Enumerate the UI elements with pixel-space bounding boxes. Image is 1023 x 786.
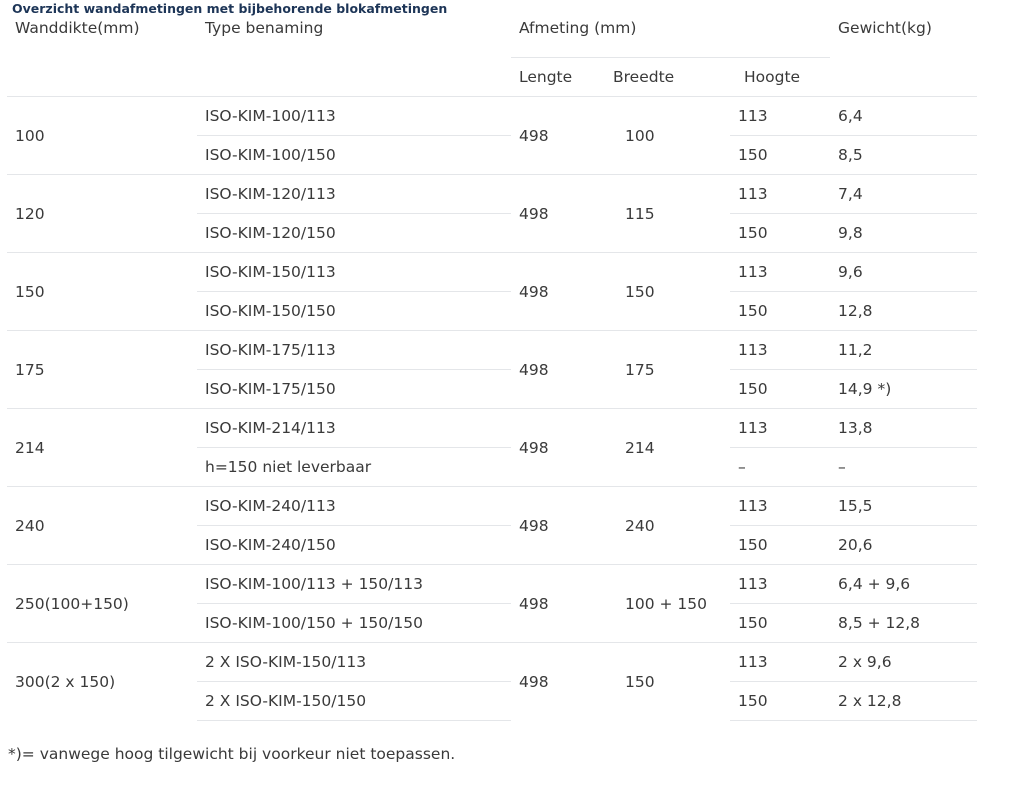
table-row: 300(2 x 150) 2 X ISO-KIM-150/113 498 150 113… (7, 642, 978, 721)
cell-type: ISO-KIM-214/113 (197, 408, 511, 448)
cell-gewicht: 6,4 + 9,6 (830, 564, 978, 604)
cell-breedte: 150 (605, 252, 730, 331)
cell-breedte: 150 (605, 642, 730, 721)
cell-breedte: 100 + 150 (605, 564, 730, 643)
cell-type: 2 X ISO-KIM-150/113 (197, 642, 511, 682)
cell-lengte: 498 (511, 408, 605, 487)
cell-type: 2 X ISO-KIM-150/150 (197, 681, 511, 721)
cell-gewicht: 2 x 12,8 (830, 681, 978, 721)
cell-gewicht: 15,5 (830, 486, 978, 526)
cell-gewicht: 8,5 (830, 135, 978, 175)
cell-gewicht: – (830, 447, 978, 487)
cell-hoogte: – (730, 447, 831, 487)
cell-gewicht: 6,4 (830, 96, 978, 136)
cell-type: ISO-KIM-150/150 (197, 291, 511, 331)
cell-lengte: 498 (511, 252, 605, 331)
header-hoogte: Hoogte (730, 57, 831, 97)
table-row: 214 ISO-KIM-214/113 498 214 113 13,8 (7, 408, 978, 487)
cell-hoogte: 150 (730, 369, 831, 409)
cell-lengte: 498 (511, 642, 605, 721)
cell-type: ISO-KIM-100/113 (197, 96, 511, 136)
cell-breedte: 115 (605, 174, 730, 253)
cell-type: ISO-KIM-100/113 + 150/113 (197, 564, 511, 604)
cell-gewicht: 8,5 + 12,8 (830, 603, 978, 643)
cell-hoogte: 113 (730, 642, 831, 682)
table-row: 100 ISO-KIM-100/113 498 100 113 6,4 (7, 96, 978, 175)
cell-lengte: 498 (511, 486, 605, 565)
cell-gewicht: 9,6 (830, 252, 978, 292)
cell-type: ISO-KIM-175/150 (197, 369, 511, 409)
cell-gewicht: 20,6 (830, 525, 978, 565)
table-row: 240 ISO-KIM-240/113 498 240 113 15,5 (7, 486, 978, 565)
table-row: 250(100+150) ISO-KIM-100/113 + 150/113 498… (7, 564, 978, 643)
cell-hoogte: 150 (730, 681, 831, 721)
cell-wanddikte: 240 (7, 486, 197, 565)
cell-hoogte: 150 (730, 135, 831, 175)
cell-breedte: 100 (605, 96, 730, 175)
cell-hoogte: 113 (730, 564, 831, 604)
cell-type: h=150 niet leverbaar (197, 447, 511, 487)
cell-hoogte: 113 (730, 330, 831, 370)
cell-type: ISO-KIM-120/150 (197, 213, 511, 253)
dimensions-table: Wanddikte(mm) Type benaming Afmeting (mm… (7, 16, 978, 721)
cell-wanddikte: 214 (7, 408, 197, 487)
cell-type: ISO-KIM-240/150 (197, 525, 511, 565)
table-row: 150 ISO-KIM-150/113 498 150 113 9,6 (7, 252, 978, 331)
cell-hoogte: 150 (730, 603, 831, 643)
cell-gewicht: 12,8 (830, 291, 978, 331)
cell-type: ISO-KIM-175/113 (197, 330, 511, 370)
cell-hoogte: 113 (730, 174, 831, 214)
cell-type: ISO-KIM-150/113 (197, 252, 511, 292)
header-afmeting: Afmeting (mm) (511, 16, 831, 58)
table-row: 175 ISO-KIM-175/113 498 175 113 11,2 (7, 330, 978, 409)
cell-hoogte: 113 (730, 486, 831, 526)
cell-wanddikte: 150 (7, 252, 197, 331)
cell-lengte: 498 (511, 96, 605, 175)
cell-hoogte: 150 (730, 291, 831, 331)
cell-type: ISO-KIM-100/150 + 150/150 (197, 603, 511, 643)
cell-hoogte: 113 (730, 252, 831, 292)
table-row: 120 ISO-KIM-120/113 498 115 113 7,4 (7, 174, 978, 253)
cell-breedte: 214 (605, 408, 730, 487)
cell-gewicht: 13,8 (830, 408, 978, 448)
header-lengte: Lengte (511, 57, 605, 97)
cell-gewicht: 2 x 9,6 (830, 642, 978, 682)
cell-gewicht: 7,4 (830, 174, 978, 214)
cell-hoogte: 113 (730, 408, 831, 448)
header-breedte: Breedte (605, 57, 730, 97)
cell-wanddikte: 300(2 x 150) (7, 642, 197, 721)
cell-breedte: 175 (605, 330, 730, 409)
cell-wanddikte: 175 (7, 330, 197, 409)
header-wanddikte: Wanddikte(mm) (15, 19, 140, 37)
cell-hoogte: 150 (730, 525, 831, 565)
table-title: Overzicht wandafmetingen met bijbehorend… (12, 1, 448, 16)
cell-lengte: 498 (511, 174, 605, 253)
cell-hoogte: 150 (730, 213, 831, 253)
cell-type: ISO-KIM-240/113 (197, 486, 511, 526)
cell-gewicht: 11,2 (830, 330, 978, 370)
footnote: *)= vanwege hoog tilgewicht bij voorkeur… (8, 745, 456, 763)
header-gewicht: Gewicht(kg) (838, 19, 932, 37)
header-type: Type benaming (205, 19, 324, 37)
cell-wanddikte: 250(100+150) (7, 564, 197, 643)
cell-wanddikte: 120 (7, 174, 197, 253)
table-body: 100 ISO-KIM-100/113 498 100 113 6,4 ISO-KIM-10… (7, 96, 978, 721)
cell-type: ISO-KIM-100/150 (197, 135, 511, 175)
cell-breedte: 240 (605, 486, 730, 565)
cell-lengte: 498 (511, 564, 605, 643)
cell-type: ISO-KIM-120/113 (197, 174, 511, 214)
cell-lengte: 498 (511, 330, 605, 409)
cell-gewicht: 14,9 *) (830, 369, 978, 409)
cell-hoogte: 113 (730, 96, 831, 136)
cell-wanddikte: 100 (7, 96, 197, 175)
cell-gewicht: 9,8 (830, 213, 978, 253)
